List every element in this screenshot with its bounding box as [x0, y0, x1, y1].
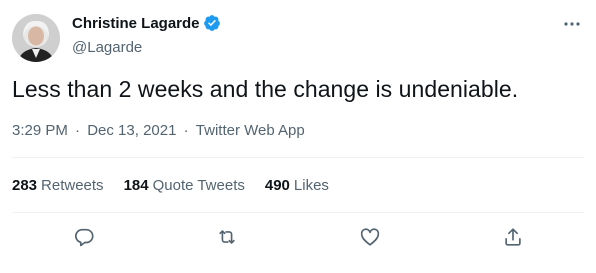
author-name[interactable]: Christine Lagarde	[72, 15, 200, 32]
retweet-icon	[218, 230, 235, 244]
verified-badge-icon	[203, 14, 221, 32]
retweets-label: Retweets	[41, 177, 104, 194]
meta-separator: ·	[183, 122, 189, 139]
tweet-text: Less than 2 weeks and the change is unde…	[12, 76, 519, 102]
tweet-meta: 3:29 PM · Dec 13, 2021 · Twitter Web App	[12, 122, 305, 139]
likes-count: 490	[264, 177, 290, 194]
more-dots-icon[interactable]	[562, 14, 582, 34]
reply-icon	[74, 228, 94, 247]
tweet-stats: 283 Retweets 184 Quote Tweets 490 Likes	[12, 177, 349, 194]
retweets-count: 283	[12, 177, 38, 194]
author-handle[interactable]: @Lagarde	[72, 39, 142, 56]
quote-tweets-stat[interactable]: 184 Quote Tweets	[124, 177, 245, 194]
meta-separator: ·	[75, 122, 81, 139]
share-button[interactable]	[501, 225, 525, 249]
likes-label: Likes	[293, 177, 329, 194]
retweet-button[interactable]	[215, 225, 239, 249]
share-icon	[504, 228, 521, 246]
tweet-card: Christine Lagarde @Lagarde Less than 2 w…	[0, 0, 596, 273]
quote-tweets-label: Quote Tweets	[152, 177, 245, 194]
heart-icon	[360, 228, 379, 246]
tweet-actions	[12, 213, 584, 261]
avatar[interactable]	[12, 14, 60, 62]
tweet-source[interactable]: Twitter Web App	[196, 122, 305, 139]
avatar-image	[12, 14, 60, 62]
like-button[interactable]	[358, 225, 382, 249]
reply-button[interactable]	[72, 225, 96, 249]
tweet-date[interactable]: Dec 13, 2021	[87, 122, 176, 139]
retweets-stat[interactable]: 283 Retweets	[12, 177, 104, 194]
likes-stat[interactable]: 490 Likes	[265, 177, 329, 194]
author-name-row: Christine Lagarde	[72, 14, 221, 32]
divider	[12, 157, 584, 158]
tweet-time[interactable]: 3:29 PM	[12, 122, 68, 139]
quote-tweets-count: 184	[123, 177, 149, 194]
